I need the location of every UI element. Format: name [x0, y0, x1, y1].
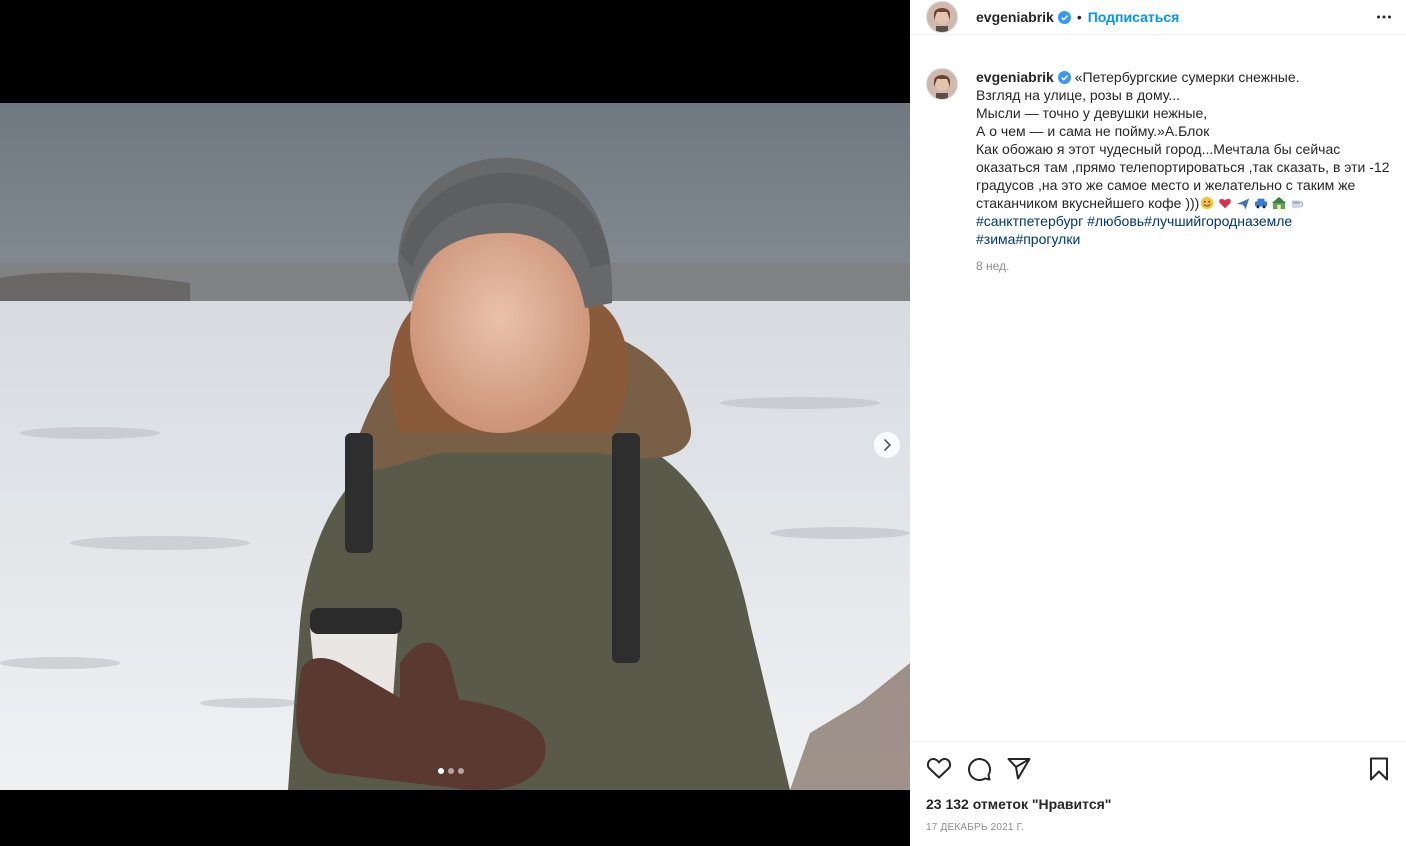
coffee-emoji-icon	[1292, 200, 1304, 209]
username[interactable]: evgeniabrik	[976, 9, 1054, 25]
caption-line: Как обожаю я этот чудесный город...Мечта…	[976, 141, 1341, 157]
hashtag-link[interactable]: #лучшийгородназемле	[1144, 213, 1292, 229]
post-header: evgeniabrik • Подписаться	[910, 0, 1406, 35]
heart-emoji-icon	[1219, 198, 1232, 209]
caption-line: Мысли — точно у девушки нежные,	[976, 105, 1208, 121]
hashtag-link[interactable]: #зима	[976, 231, 1015, 247]
verified-badge-icon	[1057, 10, 1071, 24]
carousel-dot	[448, 768, 454, 774]
caption-line: А о чем — и сама не пойму.»А.Блок	[976, 123, 1210, 139]
smile-emoji-icon	[1201, 196, 1214, 210]
hashtag-link[interactable]: #прогулки	[1015, 231, 1080, 247]
hashtags: #санктпетербург #любовь#лучшийгородназем…	[976, 212, 1390, 230]
bookmark-icon	[1370, 757, 1388, 781]
next-image-button[interactable]	[874, 432, 900, 458]
more-horizontal-icon	[1377, 15, 1391, 19]
caption-line: стаканчиком вкуснейшего кофе )))	[976, 194, 1390, 212]
carousel-dot	[438, 768, 444, 774]
comment-button[interactable]	[966, 756, 992, 787]
like-button[interactable]	[926, 756, 952, 785]
likes-count[interactable]: 23 132 отметок "Нравится"	[926, 796, 1111, 812]
post-sidebar: evgeniabrik • Подписаться evgeniabrik «П…	[910, 0, 1406, 846]
separator-dot: •	[1076, 9, 1082, 25]
caption-comment: evgeniabrik «Петербургские сумерки снежн…	[926, 68, 1390, 275]
car-emoji-icon	[1255, 198, 1268, 209]
caption-line: evgeniabrik «Петербургские сумерки снежн…	[976, 68, 1390, 86]
comment-icon	[968, 758, 992, 782]
caption-line: оказаться там ,прямо телепортироваться ,…	[976, 159, 1390, 175]
post-caption-area: evgeniabrik «Петербургские сумерки снежн…	[926, 68, 1390, 275]
send-icon	[1007, 758, 1031, 780]
caption-timestamp[interactable]: 8 нед.	[976, 257, 1390, 275]
save-button[interactable]	[1368, 756, 1390, 787]
post-photo[interactable]	[0, 103, 910, 790]
airplane-emoji-icon	[1237, 198, 1250, 210]
caption-line-text: стаканчиком вкуснейшего кофе )))	[976, 195, 1200, 211]
hashtag-link[interactable]: #любовь	[1087, 213, 1144, 229]
carousel-indicator	[438, 768, 464, 774]
avatar[interactable]	[926, 68, 958, 100]
follow-button[interactable]: Подписаться	[1088, 9, 1180, 25]
chevron-right-icon	[884, 439, 892, 451]
caption-line: градусов ,на это же самое место и желате…	[976, 177, 1356, 193]
post-media	[0, 0, 910, 846]
caption-line: Взгляд на улице, розы в дому...	[976, 87, 1180, 103]
post-actions	[910, 741, 1406, 796]
more-options-button[interactable]	[1376, 9, 1392, 30]
post-date[interactable]: 17 ДЕКАБРЬ 2021 Г.	[926, 822, 1024, 833]
carousel-dot	[458, 768, 464, 774]
hashtags: #зима#прогулки	[976, 230, 1390, 248]
heart-icon	[926, 758, 952, 779]
verified-badge-icon	[1057, 71, 1071, 84]
share-button[interactable]	[1006, 756, 1032, 787]
caption-line-text: «Петербургские сумерки снежные.	[1074, 69, 1300, 85]
username[interactable]: evgeniabrik	[976, 69, 1054, 85]
house-emoji-icon	[1272, 196, 1287, 210]
caption-text: evgeniabrik «Петербургские сумерки снежн…	[976, 68, 1390, 275]
avatar[interactable]	[926, 1, 958, 33]
hashtag-link[interactable]: #санктпетербург	[976, 213, 1083, 229]
